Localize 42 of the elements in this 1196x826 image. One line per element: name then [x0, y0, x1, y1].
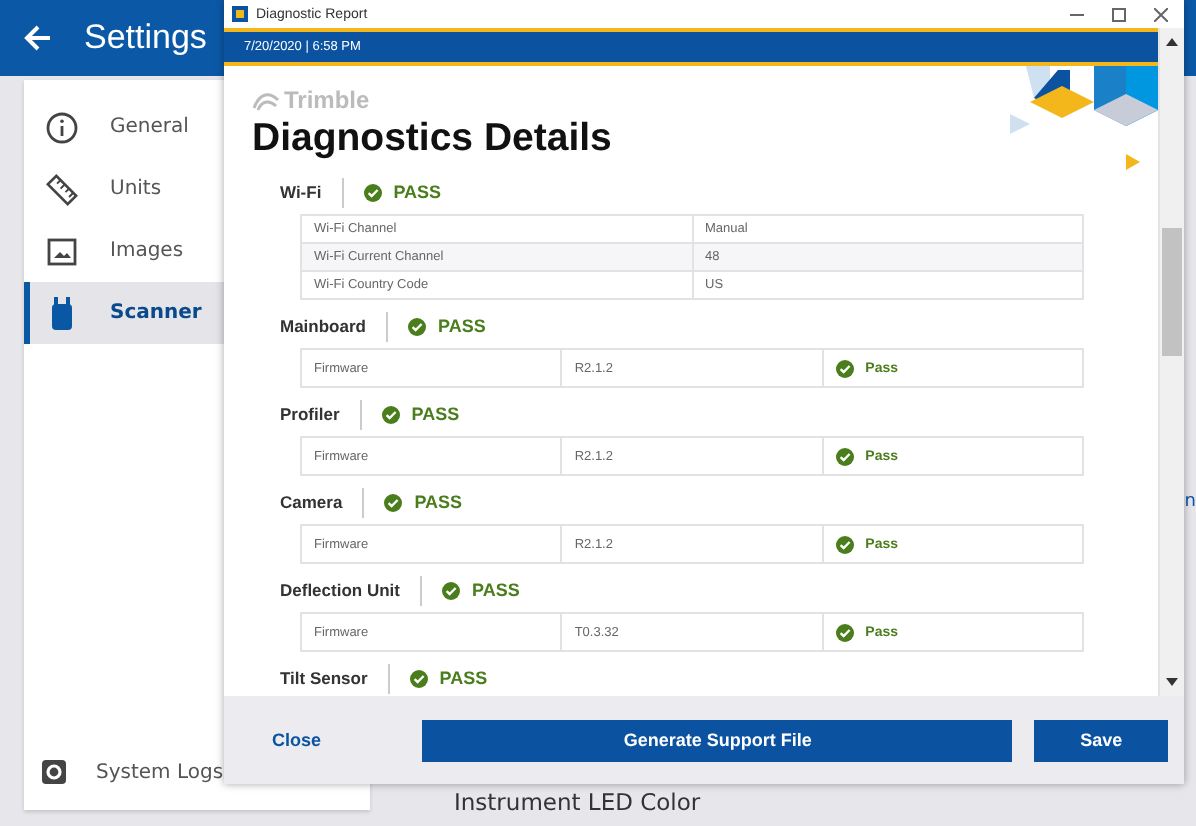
section-title: Profiler — [280, 404, 340, 424]
app-icon — [232, 6, 248, 22]
status-label: PASS — [393, 182, 442, 202]
section-heading: Instrument LED Color — [454, 788, 701, 816]
page-title: Settings — [84, 18, 207, 58]
check-icon — [407, 317, 426, 335]
check-icon — [835, 447, 854, 465]
check-icon — [381, 405, 400, 423]
close-icon[interactable] — [1154, 7, 1168, 21]
status-label: PASS — [471, 580, 520, 600]
scroll-down-icon[interactable] — [1166, 678, 1178, 686]
check-icon — [384, 493, 403, 511]
section-title: Tilt Sensor — [280, 668, 368, 688]
section-title: Wi-Fi — [280, 182, 322, 202]
section-title: Camera — [280, 492, 343, 512]
check-icon — [835, 623, 854, 641]
close-button[interactable]: Close — [272, 730, 401, 750]
save-button[interactable]: Save — [1034, 719, 1168, 761]
text-fragment: n — [1184, 492, 1196, 512]
scroll-up-icon[interactable] — [1166, 38, 1178, 46]
report-heading: Diagnostics Details — [252, 116, 614, 162]
scroll-thumb[interactable] — [1162, 228, 1182, 356]
section-title: Deflection Unit — [280, 580, 400, 600]
generate-support-file-button[interactable]: Generate Support File — [422, 719, 1013, 761]
check-icon — [835, 535, 854, 553]
maximize-icon[interactable] — [1112, 7, 1126, 21]
check-icon — [363, 183, 382, 201]
status-label: PASS — [414, 492, 463, 512]
check-icon — [441, 581, 460, 599]
image-icon — [46, 235, 78, 267]
gear-icon — [40, 758, 68, 786]
status-label: PASS — [411, 404, 460, 424]
status-label: PASS — [439, 668, 488, 688]
section-title: Mainboard — [280, 316, 366, 336]
back-arrow-icon[interactable] — [24, 24, 52, 52]
check-icon — [835, 359, 854, 377]
status-label: PASS — [437, 316, 486, 336]
scanner-icon — [46, 295, 78, 331]
check-icon — [409, 669, 428, 687]
ruler-icon — [46, 173, 78, 205]
scrollbar[interactable] — [1158, 28, 1184, 696]
info-icon — [46, 111, 78, 143]
